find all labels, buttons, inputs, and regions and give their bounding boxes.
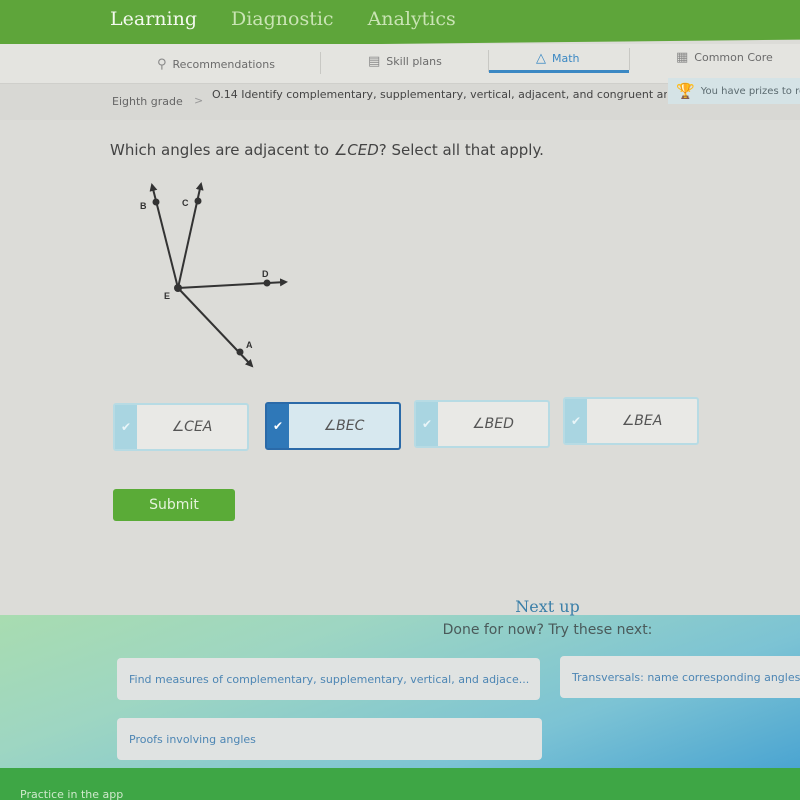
choice-bea[interactable]: ✔ ∠BEA (563, 397, 699, 445)
question-suffix: ? Select all that apply. (378, 141, 544, 159)
practice-app-label: Practice in the app (20, 788, 124, 800)
breadcrumb-separator: > (194, 94, 204, 107)
next-skill-card[interactable]: Transversals: name corresponding angles (560, 656, 800, 698)
choice-bed[interactable]: ✔ ∠BED (414, 400, 550, 448)
tab-skill-plans[interactable]: ▤ Skill plans (368, 54, 442, 69)
label-c: C (182, 198, 189, 208)
checkbox[interactable]: ✔ (565, 399, 587, 443)
tab-divider (629, 48, 630, 70)
clipboard-icon: ▦ (676, 50, 689, 65)
prize-banner[interactable]: 🏆 You have prizes to re (668, 78, 800, 104)
active-tab-indicator (489, 70, 629, 73)
check-icon: ✔ (272, 419, 284, 433)
practice-app-bar[interactable]: Practice in the app (0, 768, 800, 800)
clipboard-list-icon: ▤ (368, 54, 381, 69)
tab-label: Math (552, 52, 580, 65)
tab-recommendations[interactable]: ⚲ Recommendations (157, 57, 275, 72)
point-c (194, 197, 202, 205)
tab-common-core[interactable]: ▦ Common Core (676, 50, 773, 65)
label-e: E (164, 291, 170, 301)
next-up-subtitle: Done for now? Try these next: (442, 622, 653, 638)
breadcrumb-skill: O.14 Identify complementary, supplementa… (212, 88, 667, 101)
choice-label: ∠BED (472, 416, 514, 432)
check-icon: ✔ (421, 417, 433, 431)
checkbox[interactable]: ✔ (267, 404, 289, 448)
label-b: B (140, 201, 147, 211)
choice-cea[interactable]: ✔ ∠CEA (113, 403, 249, 451)
choice-label: ∠BEC (323, 418, 365, 434)
nav-learning[interactable]: Learning (110, 8, 197, 30)
tab-label: Skill plans (386, 55, 442, 68)
pyramid-icon: △ (536, 51, 546, 66)
submit-button[interactable]: Submit (113, 489, 235, 521)
tab-label: Recommendations (172, 58, 275, 71)
signpost-icon: ⚲ (157, 57, 167, 72)
question-angle: ∠CED (333, 141, 379, 159)
checkbox[interactable]: ✔ (416, 402, 438, 446)
point-d (263, 279, 271, 287)
nav-analytics[interactable]: Analytics (368, 8, 456, 30)
prize-text: You have prizes to re (700, 85, 800, 97)
tab-label: Common Core (694, 51, 773, 64)
question-prompt: Which angles are adjacent to ∠CED? Selec… (110, 141, 544, 159)
trophy-icon: 🏆 (676, 82, 695, 100)
checkbox[interactable]: ✔ (115, 405, 137, 449)
label-a: A (246, 340, 253, 350)
point-b (152, 198, 160, 206)
next-skill-card[interactable]: Find measures of complementary, suppleme… (117, 658, 540, 700)
tab-math[interactable]: △ Math (536, 51, 580, 66)
breadcrumb-grade[interactable]: Eighth grade (112, 95, 183, 108)
tab-divider (488, 50, 489, 72)
check-icon: ✔ (120, 420, 132, 434)
angle-diagram: B C D E A (140, 182, 288, 368)
check-icon: ✔ (570, 414, 582, 428)
point-a (236, 348, 244, 356)
next-skill-card[interactable]: Proofs involving angles (117, 718, 542, 760)
label-d: D (262, 269, 269, 279)
choice-bec[interactable]: ✔ ∠BEC (265, 402, 401, 450)
next-up-title: Next up (515, 597, 580, 616)
nav-diagnostic[interactable]: Diagnostic (231, 8, 334, 30)
point-e (174, 284, 182, 292)
tab-divider (320, 52, 321, 74)
choice-label: ∠BEA (621, 413, 663, 429)
question-prefix: Which angles are adjacent to (110, 141, 334, 159)
top-nav: Learning Diagnostic Analytics (110, 8, 456, 51)
choice-label: ∠CEA (171, 419, 213, 435)
